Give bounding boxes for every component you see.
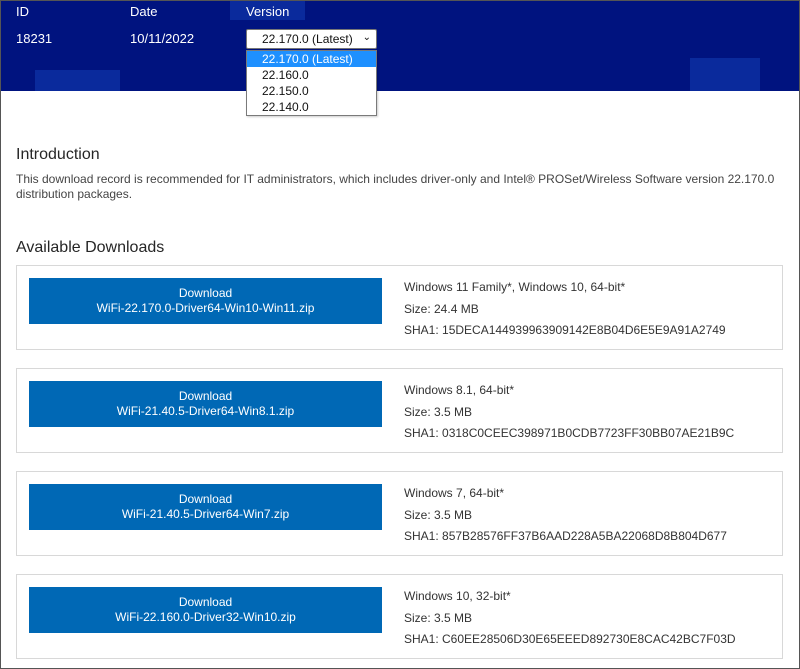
file-size: Size: 3.5 MB <box>404 405 473 419</box>
download-button-label: Download <box>178 595 233 609</box>
version-select[interactable]: 22.170.0 (Latest) ⌄ <box>246 29 377 49</box>
record-date: 10/11/2022 <box>130 31 195 46</box>
download-button[interactable]: Download WiFi-21.40.5-Driver64-Win8.1.zi… <box>29 381 382 427</box>
sha1-checksum: SHA1: 0318C0CEEC398971B0CDB7723FF30BB07A… <box>404 426 735 440</box>
download-filename: WiFi-22.160.0-Driver32-Win10.zip <box>115 610 296 624</box>
download-button[interactable]: Download WiFi-22.170.0-Driver64-Win10-Wi… <box>29 278 382 324</box>
version-dropdown-list: 22.170.0 (Latest) 22.160.0 22.150.0 22.1… <box>246 50 377 116</box>
download-button[interactable]: Download WiFi-21.40.5-Driver64-Win7.zip <box>29 484 382 530</box>
record-id: 18231 <box>16 31 53 46</box>
header-decoration <box>35 70 120 91</box>
version-option[interactable]: 22.160.0 <box>247 67 376 83</box>
os-compatibility: Windows 8.1, 64-bit* <box>404 383 515 397</box>
download-card: Download WiFi-22.160.0-Driver32-Win10.zi… <box>16 574 783 659</box>
download-button-label: Download <box>178 286 233 300</box>
file-size: Size: 3.5 MB <box>404 611 473 625</box>
os-compatibility: Windows 10, 32-bit* <box>404 589 511 603</box>
download-button[interactable]: Download WiFi-22.160.0-Driver32-Win10.zi… <box>29 587 382 633</box>
sha1-checksum: SHA1: 857B28576FF37B6AAD228A5BA22068D8B8… <box>404 529 727 543</box>
header-decoration <box>690 58 760 91</box>
download-button-label: Download <box>178 389 233 403</box>
download-filename: WiFi-22.170.0-Driver64-Win10-Win11.zip <box>96 301 315 315</box>
file-size: Size: 3.5 MB <box>404 508 473 522</box>
download-button-label: Download <box>178 492 233 506</box>
download-card: Download WiFi-21.40.5-Driver64-Win7.zip … <box>16 471 783 556</box>
introduction-text: This download record is recommended for … <box>16 172 775 201</box>
sha1-checksum: SHA1: 15DECA144939963909142E8B04D6E5E9A9… <box>404 323 726 337</box>
download-card: Download WiFi-21.40.5-Driver64-Win8.1.zi… <box>16 368 783 453</box>
download-card: Download WiFi-22.170.0-Driver64-Win10-Wi… <box>16 265 783 350</box>
version-select-value: 22.170.0 (Latest) <box>262 32 353 46</box>
version-option[interactable]: 22.140.0 <box>247 99 376 115</box>
os-compatibility: Windows 11 Family*, Windows 10, 64-bit* <box>404 280 626 294</box>
file-size: Size: 24.4 MB <box>404 302 479 316</box>
version-column-label: Version <box>246 4 290 19</box>
date-column-label: Date <box>130 4 158 19</box>
introduction-heading: Introduction <box>16 146 100 163</box>
id-column-label: ID <box>16 4 29 19</box>
version-option[interactable]: 22.150.0 <box>247 83 376 99</box>
download-filename: WiFi-21.40.5-Driver64-Win7.zip <box>121 507 290 521</box>
os-compatibility: Windows 7, 64-bit* <box>404 486 505 500</box>
download-filename: WiFi-21.40.5-Driver64-Win8.1.zip <box>116 404 295 418</box>
available-downloads-heading: Available Downloads <box>16 239 165 256</box>
version-option[interactable]: 22.170.0 (Latest) <box>247 51 376 67</box>
sha1-checksum: SHA1: C60EE28506D30E65EEED892730E8CAC42B… <box>404 632 736 646</box>
version-header-band: ID Date Version 18231 10/11/2022 <box>0 0 800 91</box>
chevron-down-icon: ⌄ <box>362 32 371 43</box>
